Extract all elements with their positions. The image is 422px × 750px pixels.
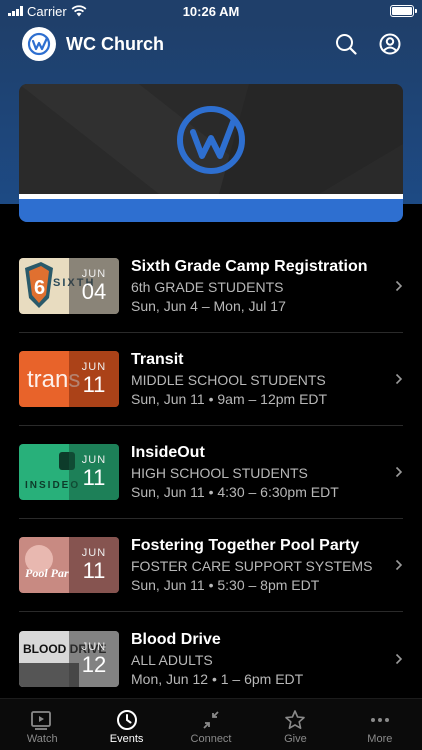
event-date-badge: JUN 11 [69,351,119,407]
event-thumbnail: 6 SIXTH JUN 04 [19,258,119,314]
tab-label: Events [109,732,144,745]
event-audience: FOSTER CARE SUPPORT SYSTEMS [131,558,373,574]
status-left: Carrier [8,4,148,19]
tab-bar: Watch Events Connect Give More [0,698,422,750]
event-list: 6 SIXTH JUN 04 Sixth Grade Camp Registra… [19,240,403,705]
event-time: Mon, Jun 12 • 1 – 6pm EDT [131,670,304,687]
hero-banner[interactable] [19,84,403,222]
event-item[interactable]: 6 SIXTH JUN 04 Sixth Grade Camp Registra… [19,240,403,333]
event-text: InsideOut HIGH SCHOOL STUDENTS Sun, Jun … [131,444,389,500]
event-time: Sun, Jun 11 • 5:30 – 8pm EDT [131,577,320,593]
star-icon [285,709,306,729]
event-text: Blood Drive ALL ADULTS Mon, Jun 12 • 1 –… [131,631,389,687]
event-day: 04 [81,279,107,304]
event-date-badge: JUN 11 [69,537,119,593]
connect-arrows-icon [203,710,219,729]
event-item[interactable]: BLOOD DRIVE JUN 12 Blood Drive ALL ADULT… [19,612,403,705]
event-audience: ALL ADULTS [131,651,213,668]
more-dots-icon [370,717,389,722]
event-time: Sun, Jun 11 • 9am – 12pm EDT [131,391,328,407]
event-day: 11 [82,558,106,583]
event-item[interactable]: trans JUN 11 Transit MIDDLE SCHOOL STUDE… [19,333,403,426]
event-time: Sun, Jun 4 – Mon, Jul 17 [131,298,286,314]
event-item[interactable]: Pool Par JUN 11 Fostering Together Pool … [19,519,403,612]
event-text: Transit MIDDLE SCHOOL STUDENTS Sun, Jun … [131,351,389,407]
tab-label: Connect [190,732,232,745]
event-title: Fostering Together Pool Party [131,537,360,554]
event-thumbnail: INSIDEO JUN 11 [19,444,119,500]
event-item[interactable]: INSIDEO JUN 11 InsideOut HIGH SCHOOL STU… [19,426,403,519]
status-right [274,5,417,17]
event-title: InsideOut [131,444,205,461]
event-title: Blood Drive [131,630,221,648]
event-text: Sixth Grade Camp Registration 6th GRADE … [131,258,389,314]
chevron-right-icon [389,373,403,385]
event-day: 11 [82,372,106,397]
church-logo-icon [22,27,56,61]
tab-connect[interactable]: Connect [169,699,253,750]
event-day: 11 [82,465,106,490]
event-thumbnail: Pool Par JUN 11 [19,537,119,593]
event-thumbnail: trans JUN 11 [19,351,119,407]
svg-text:6: 6 [34,277,45,299]
thumb-text: Pool Par [25,566,69,580]
event-date-badge: JUN 11 [69,444,119,500]
tab-label: Watch [26,732,58,745]
search-icon[interactable] [334,32,358,56]
battery-icon [390,5,417,17]
carrier-label: Carrier [27,3,67,19]
event-title: Sixth Grade Camp Registration [131,258,368,275]
tab-label: Give [284,732,307,745]
play-video-icon [31,710,52,730]
event-day: 12 [81,651,107,677]
tab-watch[interactable]: Watch [0,699,84,750]
event-audience: HIGH SCHOOL STUDENTS [131,465,308,481]
app-title: WC Church [66,33,164,54]
profile-icon[interactable] [378,32,402,56]
event-date-badge: JUN 12 [69,630,119,687]
status-time: 10:26 AM [182,3,240,19]
banner-logo-icon [177,106,245,174]
chevron-right-icon [389,466,403,478]
signal-icon [8,6,23,16]
banner-blue-stripe [19,199,403,222]
tab-more[interactable]: More [338,699,422,750]
chevron-right-icon [389,280,403,292]
tab-give[interactable]: Give [253,699,337,750]
event-title: Transit [131,351,184,368]
event-month: JUN [81,640,107,653]
wifi-icon [71,5,87,17]
chevron-right-icon [389,559,403,571]
event-audience: 6th GRADE STUDENTS [131,279,284,295]
event-time: Sun, Jun 11 • 4:30 – 6:30pm EDT [131,484,339,500]
app-header: WC Church [0,24,422,64]
tab-events[interactable]: Events [84,699,168,750]
tab-label: More [367,732,393,745]
status-bar: Carrier 10:26 AM [0,0,422,22]
event-audience: MIDDLE SCHOOL STUDENTS [131,372,326,388]
event-date-badge: JUN 04 [69,258,119,314]
clock-icon [116,709,137,730]
event-thumbnail: BLOOD DRIVE JUN 12 [19,630,119,687]
event-text: Fostering Together Pool Party FOSTER CAR… [131,537,389,593]
chevron-right-icon [389,653,403,665]
